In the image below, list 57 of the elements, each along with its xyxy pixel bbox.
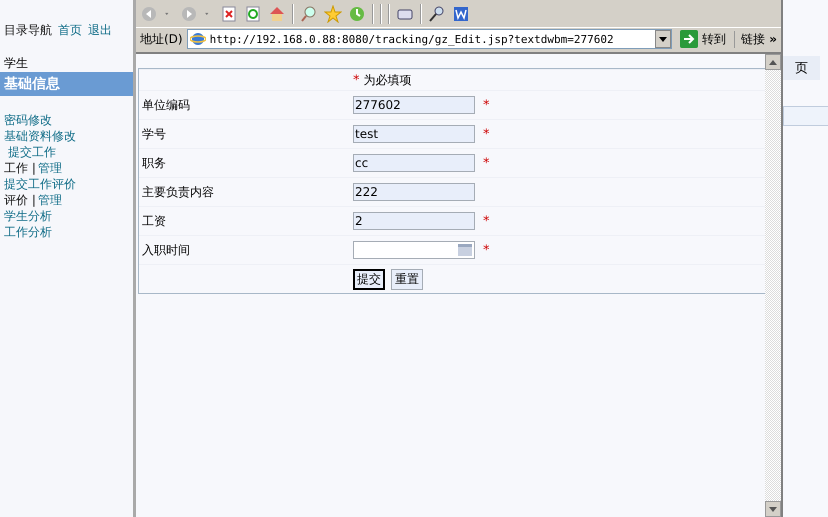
search-icon[interactable] [300, 4, 318, 22]
required-mark: * [483, 126, 490, 142]
menu-link[interactable]: 密码修改 [4, 112, 52, 128]
back-icon[interactable] [140, 4, 158, 22]
word-icon[interactable] [452, 4, 470, 22]
field-label: 职务 [141, 154, 167, 172]
form-button[interactable]: 提交 [353, 268, 385, 290]
address-label: 地址(D) [140, 30, 183, 48]
scroll-up-button[interactable] [765, 54, 781, 70]
field-label: 单位编码 [141, 96, 191, 114]
menu-link[interactable]: 基础资料修改 [4, 128, 76, 144]
more-chevron[interactable]: » [769, 32, 777, 46]
menu-label: 评价 | [4, 192, 36, 208]
forward-icon[interactable] [180, 4, 198, 22]
required-note: * 为必填项 [353, 72, 412, 88]
globe-icon [190, 31, 206, 47]
section-header: 基础信息 [0, 72, 133, 96]
dropdown-icon[interactable] [659, 36, 668, 42]
required-mark: * [483, 242, 490, 258]
scroll-down-button[interactable] [765, 501, 781, 517]
history-icon[interactable] [348, 4, 366, 22]
star-icon[interactable] [324, 4, 342, 22]
home-icon[interactable] [268, 4, 286, 22]
required-mark: * [483, 98, 490, 112]
field-label: 入职时间 [141, 242, 191, 258]
address-field[interactable]: http://192.168.0.88:8080/tracking/gz_Edit.jsp?textdwbm=277602 [186, 29, 672, 49]
text-field[interactable]: cc [353, 154, 475, 172]
menu-link[interactable]: 学生分析 [4, 208, 52, 224]
stop-icon[interactable] [220, 4, 238, 22]
field-label: 主要负责内容 [141, 184, 215, 200]
text-field[interactable]: test [353, 125, 475, 143]
required-mark: * [483, 214, 490, 228]
refresh-icon[interactable] [244, 4, 262, 22]
menu-link[interactable]: 工作分析 [4, 224, 52, 240]
nav-link[interactable]: 首页 [58, 22, 82, 38]
menu-link[interactable]: 提交工作 [8, 144, 56, 160]
up-arrow-icon [769, 60, 777, 64]
go-button[interactable]: 转到 [676, 30, 730, 48]
field-label: 工资 [141, 212, 167, 230]
menu-link[interactable]: 管理 [38, 160, 62, 176]
field-label: 学号 [141, 126, 167, 142]
menu-link[interactable]: 提交工作评价 [4, 176, 76, 192]
required-mark: * [483, 156, 490, 170]
menu-label: 工作 | [4, 160, 36, 176]
text-field[interactable]: 2 [353, 212, 475, 230]
form-button[interactable]: 重置 [391, 268, 423, 290]
date-field[interactable] [353, 241, 475, 259]
text-field[interactable]: 222 [353, 183, 475, 201]
role-label: 学生 [3, 55, 29, 72]
nav-link[interactable]: 退出 [88, 22, 112, 38]
text-field[interactable]: 277602 [353, 96, 475, 114]
links-label[interactable]: 链接 [734, 30, 766, 48]
menu-link[interactable]: 管理 [38, 192, 62, 208]
page-tab[interactable]: 页 [783, 56, 820, 80]
nav-title: 目录导航 [4, 22, 52, 38]
zoom-icon[interactable] [428, 4, 446, 22]
down-arrow-icon [769, 506, 777, 512]
